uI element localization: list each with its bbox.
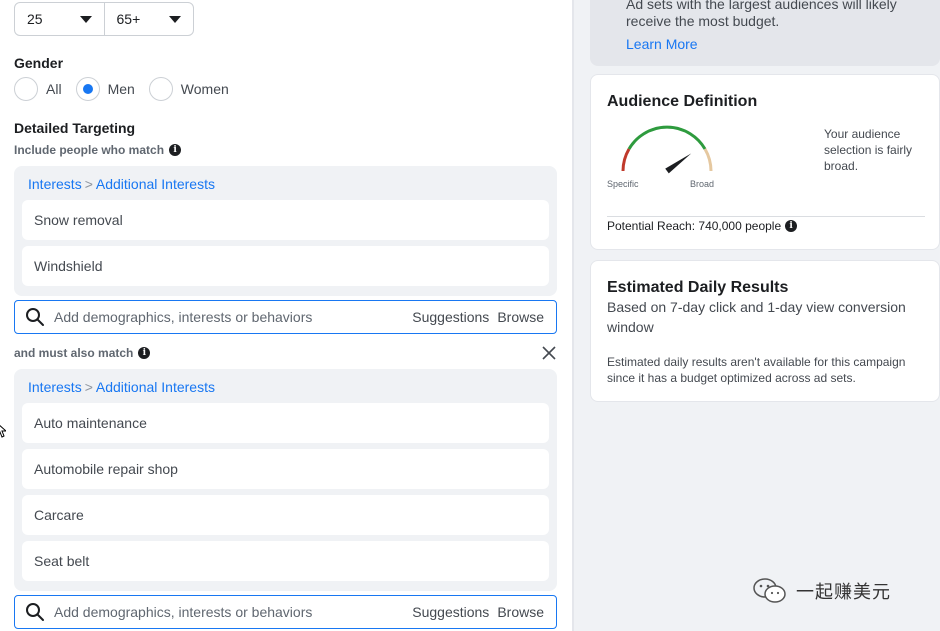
breadcrumb-additional-interests[interactable]: Additional Interests: [96, 176, 215, 192]
gender-option-label: All: [46, 81, 62, 97]
chevron-down-icon: [169, 15, 181, 23]
targeting-panel: 25 65+ Gender All Men Women Detailed Tar…: [0, 0, 572, 631]
breadcrumb-interests[interactable]: Interests: [28, 176, 82, 192]
age-range: 25 65+: [14, 2, 194, 36]
wechat-icon: [753, 578, 786, 603]
audience-description-line1: Your audience: [824, 127, 901, 141]
estimated-daily-results-card: Estimated Daily Results Based on 7-day c…: [590, 260, 940, 402]
audience-description-line3: broad.: [824, 159, 859, 173]
must-match-targeting-group: Interests > Additional Interests Auto main…: [14, 369, 557, 591]
info-icon[interactable]: i: [169, 144, 182, 156]
budget-info-line2: receive the most budget.: [626, 13, 780, 29]
radio-button[interactable]: [14, 77, 38, 101]
must-match-search-bar[interactable]: Add demographics, interests or behaviors…: [14, 595, 557, 629]
age-max-value: 65+: [116, 11, 141, 27]
targeting-item[interactable]: Snow removal: [22, 200, 549, 240]
include-label: Include people who match i: [14, 143, 182, 157]
must-match-label: and must also match i: [14, 346, 151, 360]
browse-link[interactable]: Browse: [497, 309, 544, 325]
daily-results-title: Estimated Daily Results: [607, 279, 789, 296]
gender-option-label: Women: [180, 81, 229, 97]
targeting-item[interactable]: Auto maintenance: [22, 403, 549, 443]
gender-option-label: Men: [107, 81, 135, 97]
age-min-select[interactable]: 25: [15, 3, 104, 35]
gender-option-all[interactable]: All: [14, 77, 62, 101]
audience-description-line2: selection is fairly: [824, 143, 913, 157]
gender-option-women[interactable]: Women: [148, 77, 229, 101]
summary-panel: Ad sets with the largest audiences will …: [574, 0, 940, 631]
info-icon[interactable]: i: [138, 347, 151, 359]
include-search-bar[interactable]: Add demographics, interests or behaviors…: [14, 300, 557, 334]
breadcrumb-separator: >: [84, 379, 93, 395]
chevron-down-icon: [79, 15, 92, 23]
age-min-value: 25: [27, 11, 43, 27]
potential-reach: Potential Reach: 740,000 people i: [607, 219, 798, 233]
search-icon: [25, 602, 45, 622]
gauge-specific-arc: [621, 148, 631, 172]
gauge-mid-arc: [627, 125, 707, 150]
breadcrumb-additional-interests[interactable]: Additional Interests: [96, 379, 215, 395]
browse-link[interactable]: Browse: [497, 604, 544, 620]
daily-results-subtitle-line2: window: [607, 319, 654, 335]
targeting-item[interactable]: Carcare: [22, 495, 549, 535]
gauge-broad-arc: [703, 148, 713, 172]
breadcrumb: Interests > Additional Interests: [28, 176, 215, 192]
age-max-select[interactable]: 65+: [103, 3, 194, 35]
watermark: 一起赚美元: [752, 576, 891, 606]
detailed-targeting-label: Detailed Targeting: [14, 120, 136, 136]
daily-results-note-line2: since it has a budget optimized across a…: [607, 371, 856, 385]
audience-definition-card: Audience Definition Specific Broad Your …: [590, 74, 940, 250]
targeting-item[interactable]: Seat belt: [22, 541, 549, 581]
targeting-item[interactable]: Automobile repair shop: [22, 449, 549, 489]
gauge-needle: [665, 153, 692, 174]
breadcrumb-separator: >: [84, 176, 93, 192]
suggestions-link[interactable]: Suggestions: [412, 604, 489, 620]
close-icon[interactable]: [540, 344, 558, 362]
search-input[interactable]: Add demographics, interests or behaviors: [54, 309, 404, 325]
info-icon[interactable]: i: [785, 220, 798, 232]
budget-info-line1: Ad sets with the largest audiences will …: [626, 0, 897, 12]
suggestions-link[interactable]: Suggestions: [412, 309, 489, 325]
search-icon: [25, 307, 45, 327]
mouse-cursor-icon: [0, 424, 6, 438]
divider: [607, 216, 925, 217]
budget-info-card: Ad sets with the largest audiences will …: [590, 0, 940, 66]
watermark-text: 一起赚美元: [796, 582, 891, 602]
include-targeting-group: Interests > Additional Interests Snow remo…: [14, 166, 557, 296]
breadcrumb-interests[interactable]: Interests: [28, 379, 82, 395]
targeting-item[interactable]: Windshield: [22, 246, 549, 286]
audience-definition-title: Audience Definition: [607, 93, 758, 110]
gender-option-men[interactable]: Men: [75, 77, 135, 101]
radio-button-selected[interactable]: [75, 77, 100, 101]
search-input[interactable]: Add demographics, interests or behaviors: [54, 604, 404, 620]
gender-label: Gender: [14, 55, 64, 71]
gauge-specific-label: Specific: [607, 179, 639, 189]
audience-gauge: [621, 125, 713, 174]
gauge-broad-label: Broad: [690, 179, 715, 189]
learn-more-link[interactable]: Learn More: [626, 36, 698, 52]
potential-reach-text: Potential Reach: 740,000 people: [607, 219, 782, 233]
radio-button[interactable]: [148, 77, 173, 101]
daily-results-note-line1: Estimated daily results aren't available…: [607, 355, 906, 369]
include-label-text: Include people who match: [14, 143, 165, 157]
daily-results-subtitle-line1: Based on 7-day click and 1-day view conv…: [607, 299, 906, 315]
breadcrumb: Interests > Additional Interests: [28, 379, 215, 395]
gender-options: All Men Women: [14, 77, 243, 101]
must-match-label-text: and must also match: [14, 346, 134, 360]
